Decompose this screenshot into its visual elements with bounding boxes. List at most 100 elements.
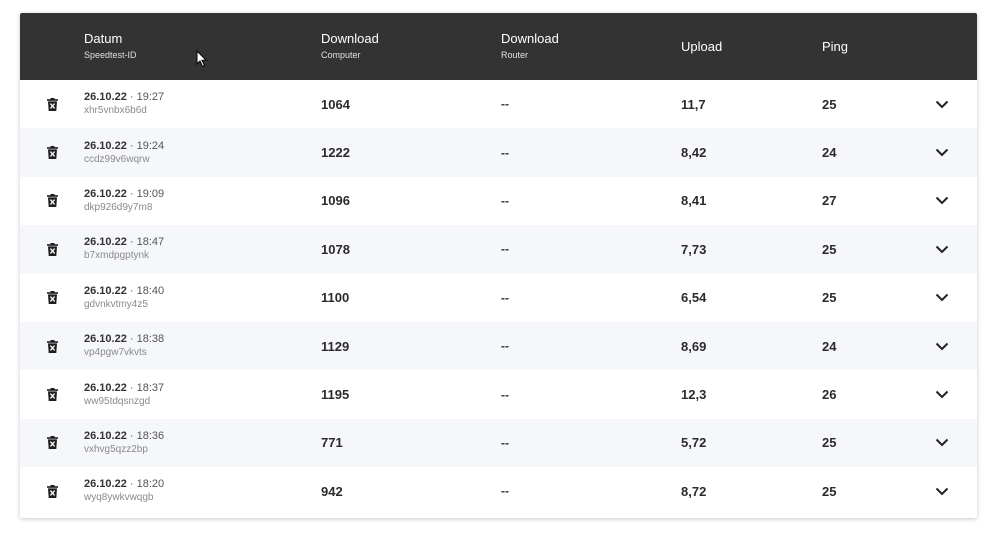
row-date: 26.10.22 — [84, 236, 127, 249]
download-router-value: -- — [501, 97, 509, 112]
ping-cell: 26 — [822, 370, 836, 418]
upload-cell: 6,54 — [681, 274, 706, 322]
download-computer-cell: 1222 — [321, 128, 350, 176]
expand-row-button[interactable] — [932, 467, 952, 515]
date-cell: 26.10.22 · 18:40 gdvnkvtmy4z5 — [84, 274, 164, 322]
chevron-down-icon — [935, 197, 949, 205]
download-computer-value: 1195 — [321, 387, 350, 403]
row-date: 26.10.22 — [84, 381, 127, 394]
download-computer-cell: 1129 — [321, 322, 349, 370]
row-date: 26.10.22 — [84, 429, 127, 442]
chevron-down-icon — [935, 487, 949, 496]
speedtest-id: ww95tdqsnzgd — [84, 395, 151, 407]
row-date: 26.10.22 — [84, 139, 127, 152]
download-router-value: -- — [501, 193, 509, 208]
upload-cell: 8,72 — [681, 467, 706, 515]
row-date: 26.10.22 — [84, 187, 127, 200]
trash-icon — [46, 436, 58, 450]
download-router-value: -- — [501, 435, 509, 450]
download-computer-value: 771 — [321, 435, 343, 451]
speedtest-id: b7xmdpgptynk — [84, 250, 150, 262]
download-computer-value: 1096 — [321, 193, 350, 209]
table-body: 26.10.22 · 19:27 xhr5vnbx6b6d 1064 -- 11… — [20, 80, 977, 516]
column-header-download-router: Download Router — [501, 13, 559, 80]
table-row: 26.10.22 · 19:24 ccdz99v6wqrw 1222 -- 8,… — [20, 128, 977, 177]
ping-cell: 25 — [822, 80, 836, 128]
date-cell: 26.10.22 · 18:20 wyq8ywkvwqgb — [84, 467, 164, 515]
table-row: 26.10.22 · 18:38 vp4pgw7vkvts 1129 -- 8,… — [20, 321, 977, 371]
ping-value: 25 — [822, 96, 837, 112]
speedtest-id: xhr5vnbx6b6d — [84, 105, 147, 117]
ping-value: 25 — [822, 290, 837, 306]
date-cell: 26.10.22 · 18:36 vxhvg5qzz2bp — [84, 419, 164, 467]
ping-cell: 25 — [822, 274, 836, 322]
expand-row-button[interactable] — [932, 177, 952, 225]
download-router-cell: -- — [501, 80, 509, 128]
expand-row-button[interactable] — [932, 80, 952, 128]
chevron-down-icon — [935, 148, 949, 157]
date-cell: 26.10.22 · 18:37 ww95tdqsnzgd — [84, 370, 164, 418]
delete-button[interactable] — [44, 128, 60, 176]
download-router-cell: -- — [501, 467, 509, 515]
date-cell: 26.10.22 · 18:47 b7xmdpgptynk — [84, 225, 164, 273]
download-router-value: -- — [501, 290, 509, 305]
speedtest-id: dkp926d9y7m8 — [84, 201, 153, 213]
ping-value: 24 — [822, 145, 837, 161]
date-cell: 26.10.22 · 19:24 ccdz99v6wqrw — [84, 128, 164, 176]
delete-button[interactable] — [44, 274, 60, 322]
download-router-value: -- — [501, 387, 509, 402]
table-row: 26.10.22 · 19:09 dkp926d9y7m8 1096 -- 8,… — [20, 176, 977, 226]
trash-icon — [46, 291, 58, 305]
delete-button[interactable] — [44, 419, 60, 467]
upload-value: 12,3 — [681, 387, 707, 403]
expand-row-button[interactable] — [932, 322, 952, 370]
chevron-down-icon — [935, 245, 949, 254]
download-router-cell: -- — [501, 177, 509, 225]
expand-row-button[interactable] — [932, 128, 952, 176]
chevron-down-icon — [935, 294, 949, 302]
expand-row-button[interactable] — [932, 225, 952, 273]
date-cell: 26.10.22 · 19:27 xhr5vnbx6b6d — [84, 80, 164, 128]
table-row: 26.10.22 · 18:36 vxhvg5qzz2bp 771 -- 5,7… — [20, 418, 977, 468]
download-router-cell: -- — [501, 419, 509, 467]
download-computer-cell: 942 — [321, 467, 343, 515]
download-router-cell: -- — [501, 322, 509, 370]
download-computer-value: 1222 — [321, 145, 350, 161]
expand-row-button[interactable] — [932, 274, 952, 322]
trash-icon — [46, 388, 58, 402]
speedtest-results-table: Datum Speedtest-ID Download Computer Dow… — [20, 13, 977, 518]
download-router-cell: -- — [501, 128, 509, 176]
download-computer-cell: 1078 — [321, 225, 350, 273]
trash-icon — [46, 146, 58, 160]
row-time: · 18:38 — [129, 333, 165, 346]
row-time: · 18:36 — [129, 429, 165, 442]
column-header-download-computer: Download Computer — [321, 13, 379, 80]
download-computer-cell: 1096 — [321, 177, 350, 225]
delete-button[interactable] — [44, 177, 60, 225]
delete-button[interactable] — [44, 80, 60, 128]
ping-value: 25 — [822, 241, 837, 257]
upload-cell: 11,7 — [681, 80, 706, 128]
upload-cell: 5,72 — [681, 419, 706, 467]
delete-button[interactable] — [44, 322, 60, 370]
download-computer-value: 942 — [321, 483, 343, 499]
download-computer-cell: 771 — [321, 419, 343, 467]
ping-cell: 25 — [822, 419, 836, 467]
ping-cell: 27 — [822, 177, 836, 225]
expand-row-button[interactable] — [932, 419, 952, 467]
upload-value: 11,7 — [681, 96, 706, 112]
row-time: · 18:37 — [129, 381, 165, 394]
delete-button[interactable] — [44, 370, 60, 418]
download-computer-cell: 1064 — [321, 80, 350, 128]
ping-value: 26 — [822, 387, 837, 403]
ping-cell: 25 — [822, 467, 836, 515]
download-computer-value: 1129 — [321, 338, 350, 354]
table-row: 26.10.22 · 19:27 xhr5vnbx6b6d 1064 -- 11… — [20, 80, 977, 129]
download-router-value: -- — [501, 484, 509, 499]
delete-button[interactable] — [44, 225, 60, 273]
trash-icon — [46, 242, 58, 256]
header-date-label: Datum — [84, 31, 123, 46]
expand-row-button[interactable] — [932, 370, 952, 418]
header-date-sublabel: Speedtest-ID — [84, 50, 137, 60]
delete-button[interactable] — [44, 467, 60, 515]
